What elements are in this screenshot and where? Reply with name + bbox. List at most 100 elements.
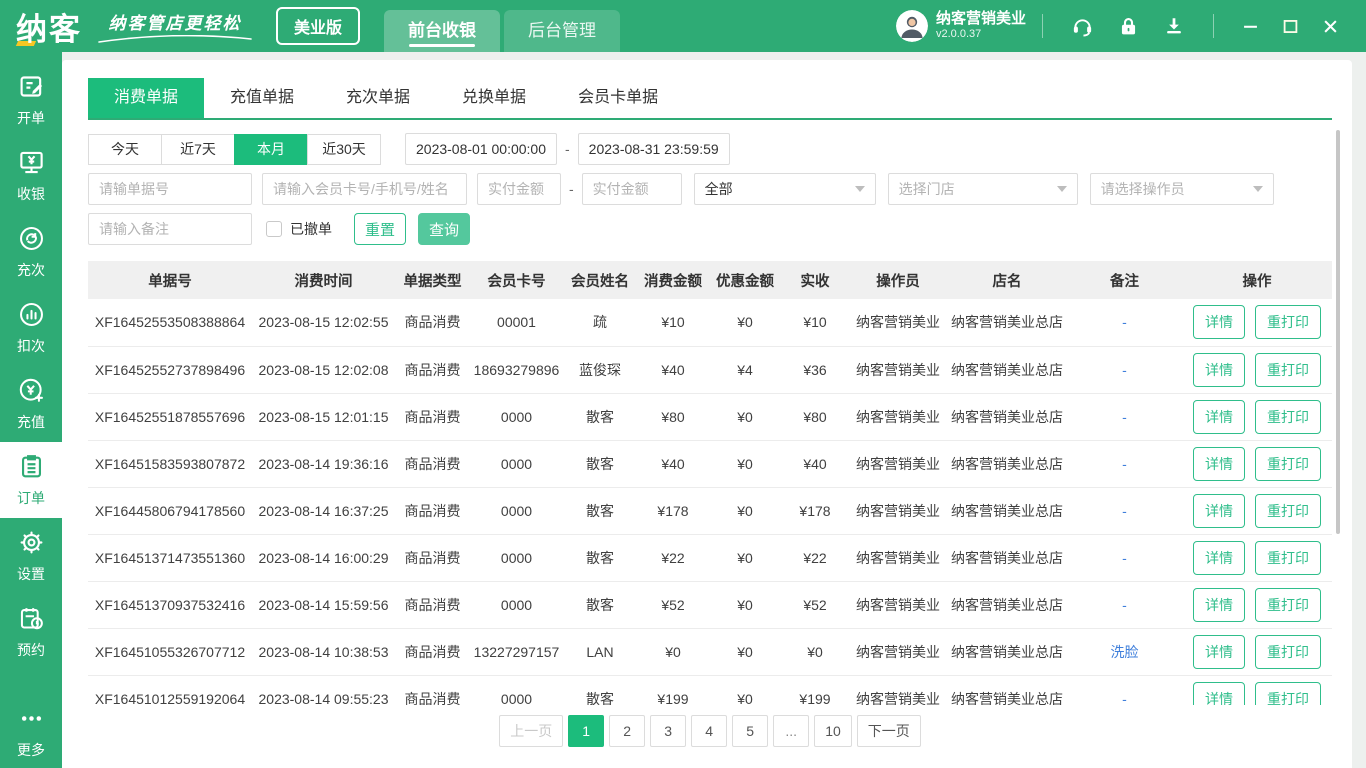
lock-icon[interactable]: [1116, 14, 1140, 38]
amount-max-input[interactable]: [582, 173, 682, 205]
table-row: XF164513709375324162023-08-14 15:59:56商品…: [88, 581, 1332, 628]
customer-service-icon[interactable]: [1070, 14, 1094, 38]
page-button-2[interactable]: 2: [609, 715, 645, 747]
sidebar-item-recharge-times[interactable]: 充次: [0, 214, 62, 290]
sidebar-item-deduct-times[interactable]: 扣次: [0, 290, 62, 366]
detail-button[interactable]: 详情: [1193, 635, 1245, 669]
sidebar-item-orders[interactable]: 订单: [0, 442, 62, 518]
sidebar-item-settings[interactable]: 设置: [0, 518, 62, 594]
billing-icon: [18, 73, 45, 103]
cell-operator: 纳客营销美业: [849, 346, 947, 393]
cell-remark: -: [1067, 440, 1182, 487]
detail-button[interactable]: 详情: [1193, 447, 1245, 481]
detail-button[interactable]: 详情: [1193, 494, 1245, 528]
sidebar-item-appointment[interactable]: 预约: [0, 594, 62, 670]
top-nav-tab-0[interactable]: 前台收银: [384, 10, 500, 52]
amount-min-input[interactable]: [477, 173, 561, 205]
detail-button[interactable]: 详情: [1193, 353, 1245, 387]
remark-input[interactable]: [88, 213, 252, 245]
table-row: XF164510553267077122023-08-14 10:38:53商品…: [88, 628, 1332, 675]
cell-amount: ¥52: [637, 581, 709, 628]
quick-range-1[interactable]: 近7天: [161, 134, 235, 165]
detail-button[interactable]: 详情: [1193, 305, 1245, 339]
reprint-button[interactable]: 重打印: [1255, 353, 1321, 387]
detail-button[interactable]: 详情: [1193, 588, 1245, 622]
quick-range-2[interactable]: 本月: [234, 134, 308, 165]
cell-type: 商品消费: [395, 487, 470, 534]
reprint-button[interactable]: 重打印: [1255, 588, 1321, 622]
remark-link[interactable]: 洗脸: [1111, 644, 1139, 660]
page-button-1[interactable]: 1: [568, 715, 604, 747]
page-next-button[interactable]: 下一页: [857, 715, 921, 747]
type-select[interactable]: 全部: [694, 173, 876, 205]
reprint-button[interactable]: 重打印: [1255, 682, 1321, 706]
reprint-button[interactable]: 重打印: [1255, 400, 1321, 434]
member-search-input[interactable]: [262, 173, 467, 205]
reprint-button[interactable]: 重打印: [1255, 635, 1321, 669]
cell-remark: -: [1067, 675, 1182, 705]
cell-member: 散客: [563, 487, 637, 534]
quick-range-3[interactable]: 近30天: [307, 134, 381, 165]
detail-button[interactable]: 详情: [1193, 682, 1245, 706]
cell-paid: ¥0: [781, 628, 849, 675]
quick-range-0[interactable]: 今天: [88, 134, 162, 165]
avatar[interactable]: [896, 10, 928, 42]
cell-order-no: XF16451371473551360: [88, 534, 252, 581]
date-range-separator: -: [565, 141, 570, 157]
cell-card-no: 18693279896: [470, 346, 563, 393]
reprint-button[interactable]: 重打印: [1255, 541, 1321, 575]
detail-button[interactable]: 详情: [1193, 400, 1245, 434]
column-header-10: 备注: [1067, 261, 1182, 299]
date-to-input[interactable]: [578, 133, 730, 165]
cell-member: 散客: [563, 581, 637, 628]
sidebar-item-billing[interactable]: 开单: [0, 62, 62, 138]
page-button-5[interactable]: 5: [732, 715, 768, 747]
operator-select[interactable]: 请选择操作员: [1090, 173, 1274, 205]
page-button-4[interactable]: 4: [691, 715, 727, 747]
revoked-checkbox[interactable]: [266, 221, 282, 237]
document-tabs: 消费单据充值单据充次单据兑换单据会员卡单据: [88, 78, 1332, 120]
page-button-10[interactable]: 10: [814, 715, 852, 747]
deduct-times-icon: [18, 301, 45, 331]
sidebar-item-recharge[interactable]: 充值: [0, 366, 62, 442]
date-from-input[interactable]: [405, 133, 557, 165]
vertical-scrollbar[interactable]: [1336, 130, 1340, 534]
page-button-3[interactable]: 3: [650, 715, 686, 747]
edition-button[interactable]: 美业版: [276, 7, 360, 45]
app-header: 纳客 纳客管店更轻松 美业版 前台收银后台管理 纳客营销美业 v2.0.0.37: [0, 0, 1366, 52]
doc-tab-0[interactable]: 消费单据: [88, 78, 204, 118]
cell-discount: ¥0: [709, 299, 781, 346]
close-icon: [1323, 19, 1338, 34]
download-icon[interactable]: [1162, 14, 1186, 38]
detail-button[interactable]: 详情: [1193, 541, 1245, 575]
filter-area: 今天近7天本月近30天 - - 全部 选择门店: [88, 120, 1332, 245]
sidebar-item-more[interactable]: 更多: [0, 702, 62, 762]
cell-time: 2023-08-14 15:59:56: [252, 581, 395, 628]
column-header-3: 会员卡号: [470, 261, 563, 299]
sidebar-item-label: 扣次: [17, 336, 45, 356]
reprint-button[interactable]: 重打印: [1255, 494, 1321, 528]
cell-operator: 纳客营销美业: [849, 534, 947, 581]
search-button[interactable]: 查询: [418, 213, 470, 245]
top-nav-tab-1[interactable]: 后台管理: [504, 10, 620, 52]
doc-tab-1[interactable]: 充值单据: [204, 78, 320, 118]
close-button[interactable]: [1315, 13, 1345, 39]
top-nav: 前台收银后台管理: [384, 10, 620, 52]
doc-tab-4[interactable]: 会员卡单据: [552, 78, 684, 118]
cell-type: 商品消费: [395, 299, 470, 346]
cell-operator: 纳客营销美业: [849, 393, 947, 440]
page-prev-button[interactable]: 上一页: [499, 715, 563, 747]
maximize-button[interactable]: [1275, 13, 1305, 39]
doc-tab-3[interactable]: 兑换单据: [436, 78, 552, 118]
column-header-9: 店名: [947, 261, 1067, 299]
minimize-button[interactable]: [1235, 13, 1265, 39]
reprint-button[interactable]: 重打印: [1255, 305, 1321, 339]
cell-store: 纳客营销美业总店: [947, 581, 1067, 628]
sidebar-item-cashier[interactable]: 收银: [0, 138, 62, 214]
store-select[interactable]: 选择门店: [888, 173, 1078, 205]
reprint-button[interactable]: 重打印: [1255, 447, 1321, 481]
doc-tab-2[interactable]: 充次单据: [320, 78, 436, 118]
order-no-input[interactable]: [88, 173, 252, 205]
reset-button[interactable]: 重置: [354, 213, 406, 245]
cashier-icon: [18, 149, 45, 179]
